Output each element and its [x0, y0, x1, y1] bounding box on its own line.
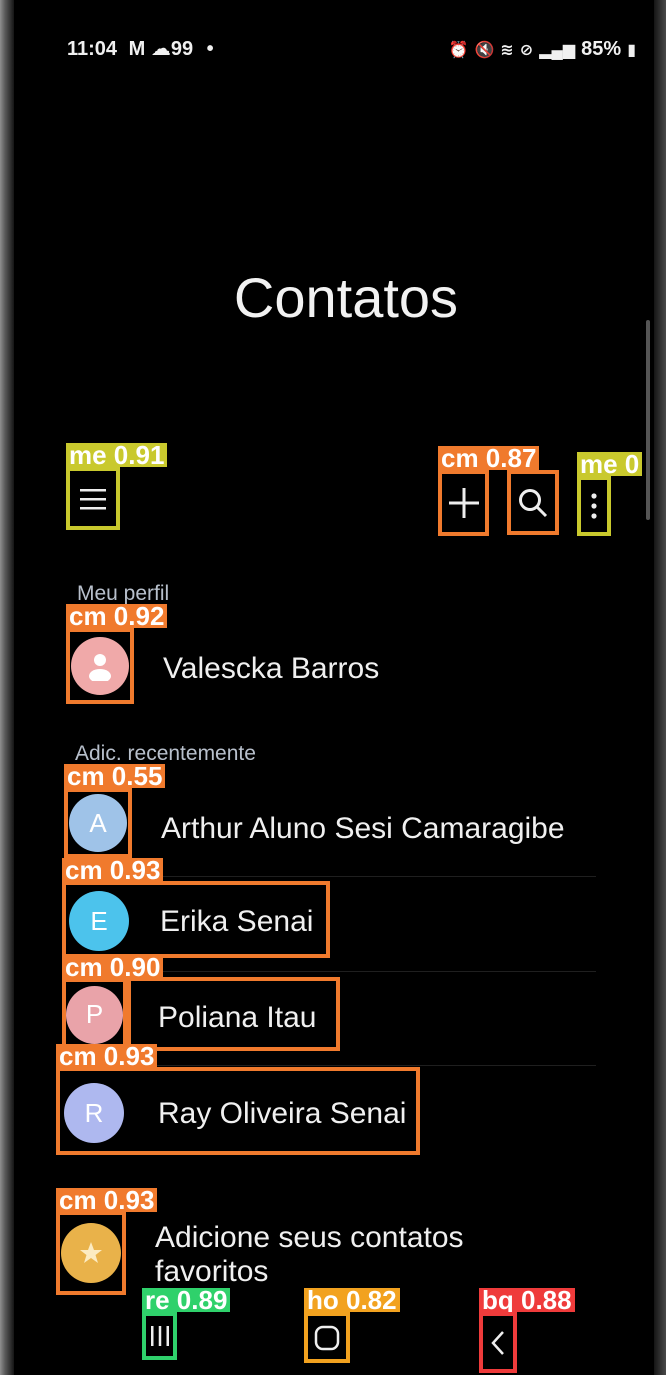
- contact-name: Poliana Itau: [158, 1001, 317, 1034]
- wifi-icon: ≋: [500, 41, 514, 59]
- plus-icon: [448, 488, 479, 518]
- alarm-icon: ⏰: [448, 41, 469, 59]
- list-divider: [155, 876, 596, 877]
- add-contact-button[interactable]: [438, 470, 489, 536]
- more-vert-icon: [591, 493, 597, 519]
- contact-name: Erika Senai: [160, 905, 314, 938]
- detection-label-menu: me 0.91: [66, 442, 168, 468]
- back-button[interactable]: [479, 1312, 517, 1373]
- home-icon: [314, 1325, 340, 1350]
- contact-avatar-box[interactable]: A: [64, 788, 132, 858]
- avatar: P: [66, 985, 123, 1044]
- star-plus-icon: [80, 1242, 102, 1263]
- search-icon: [519, 488, 548, 517]
- favorites-prompt-line1: Adicione seus contatos: [155, 1221, 464, 1254]
- contact-name: Ray Oliveira Senai: [158, 1097, 407, 1130]
- avatar: A: [69, 794, 127, 852]
- status-bar-right: ⏰ 🔇 ≋ ⊘ ▂▄▆ 85% ▮: [449, 38, 636, 61]
- detection-label-add: cm 0.87: [438, 445, 540, 471]
- detection-label-more: me 0: [577, 451, 643, 477]
- device-bezel-right: [654, 0, 666, 1375]
- avatar-initial: R: [84, 1097, 104, 1128]
- list-divider: [155, 1065, 596, 1066]
- search-button[interactable]: [507, 470, 559, 535]
- profile-avatar-box[interactable]: [66, 628, 134, 704]
- favorites-prompt[interactable]: Adicione seus contatos favoritos: [155, 1221, 464, 1289]
- avatar-initial: P: [85, 999, 104, 1029]
- favorites-prompt-line2: favoritos: [155, 1255, 269, 1288]
- scrollbar[interactable]: [646, 320, 650, 520]
- avatar-initial: E: [90, 905, 108, 936]
- page-title: Contatos: [233, 266, 459, 329]
- battery-icon: ▮: [627, 41, 636, 59]
- contact-row-ray[interactable]: R Ray Oliveira Senai: [56, 1067, 420, 1155]
- hamburger-menu-icon: [80, 488, 106, 509]
- favorites-add-box[interactable]: [56, 1211, 126, 1295]
- battery-level: 85%: [581, 38, 622, 60]
- status-bar-left: 11:04 M ☁99 •: [67, 36, 214, 61]
- device-bezel-left: [0, 0, 14, 1375]
- notification-dot-icon: •: [206, 38, 214, 60]
- avatar: E: [69, 891, 129, 951]
- contact-name[interactable]: Arthur Aluno Sesi Camaragibe: [161, 812, 565, 846]
- signal-icon: ▂▄▆: [539, 41, 576, 59]
- avatar: [61, 1223, 121, 1283]
- detection-label-erika: cm 0.93: [62, 857, 164, 883]
- avatar: [71, 637, 129, 695]
- detection-label-arthur: cm 0.55: [64, 763, 166, 789]
- recents-button[interactable]: [142, 1312, 177, 1360]
- dnd-icon: ⊘: [519, 41, 534, 59]
- status-time: 11:04: [67, 38, 118, 60]
- person-icon: [89, 654, 111, 681]
- contact-row-erika[interactable]: E Erika Senai: [62, 881, 330, 958]
- more-options-button[interactable]: [577, 476, 611, 536]
- detection-label-favorites: cm 0.93: [56, 1187, 158, 1213]
- detection-label-ray: cm 0.93: [56, 1043, 158, 1069]
- detection-label-profile: cm 0.92: [66, 603, 168, 629]
- avatar: R: [64, 1083, 124, 1143]
- avatar-initial: A: [89, 807, 107, 838]
- home-button[interactable]: [304, 1312, 350, 1363]
- detection-label-recents: re 0.89: [142, 1287, 231, 1313]
- chevron-left-icon: [491, 1330, 504, 1355]
- notification-icons: M ☁99: [128, 38, 194, 60]
- contact-name-box[interactable]: Poliana Itau: [127, 977, 340, 1051]
- mute-icon: 🔇: [474, 41, 495, 59]
- menu-button[interactable]: [66, 467, 120, 530]
- detection-label-poliana: cm 0.90: [62, 954, 164, 980]
- recents-icon: [150, 1326, 169, 1346]
- profile-name[interactable]: Valescka Barros: [163, 652, 379, 686]
- detection-label-home: ho 0.82: [304, 1287, 400, 1313]
- list-divider: [155, 971, 596, 972]
- detection-label-back: bq 0.88: [479, 1287, 575, 1313]
